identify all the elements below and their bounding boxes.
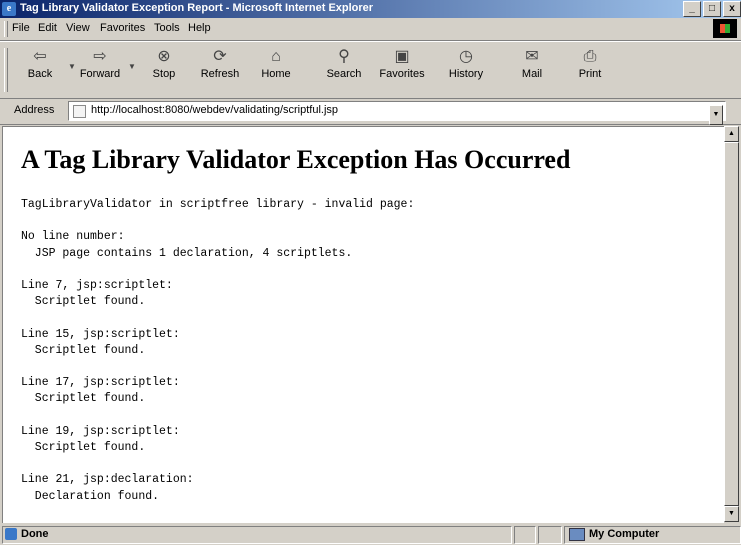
mail-icon: ✉ xyxy=(525,48,539,65)
windows-logo-icon xyxy=(713,19,737,38)
address-label: Address xyxy=(14,104,55,116)
print-label: Print xyxy=(578,68,602,80)
history-label: History xyxy=(448,68,484,80)
menu-file[interactable]: File xyxy=(12,22,30,34)
window-controls: _ □ x xyxy=(681,1,741,17)
forward-label: Forward xyxy=(79,68,121,80)
close-button[interactable]: x xyxy=(723,1,741,17)
forward-arrow-icon: ⇨ xyxy=(93,48,107,65)
window-title: Tag Library Validator Exception Report -… xyxy=(20,2,374,14)
stop-icon: ⊗ xyxy=(157,48,171,65)
zone-label: My Computer xyxy=(589,528,660,540)
forward-dropdown-icon[interactable]: ▼ xyxy=(128,62,136,71)
scroll-up-icon[interactable]: ▲ xyxy=(724,126,739,142)
mail-label: Mail xyxy=(521,68,543,80)
address-dropdown-icon[interactable]: ▼ xyxy=(709,105,723,125)
search-button[interactable]: ⚲ Search xyxy=(316,46,372,94)
status-bar: Done My Computer xyxy=(0,524,741,545)
forward-button[interactable]: ⇨ Forward xyxy=(72,46,128,94)
status-pane-1 xyxy=(514,526,536,544)
menu-favorites[interactable]: Favorites xyxy=(100,22,145,34)
toolbar-grip[interactable] xyxy=(4,48,8,92)
title-bar: e Tag Library Validator Exception Report… xyxy=(0,0,741,18)
page-icon xyxy=(73,105,86,118)
history-icon: ◷ xyxy=(459,48,473,65)
status-text: Done xyxy=(21,528,49,540)
status-text-pane: Done xyxy=(2,526,512,544)
vertical-scrollbar[interactable]: ▲ ▼ xyxy=(724,126,739,522)
home-icon: ⌂ xyxy=(271,48,281,65)
address-input[interactable]: http://localhost:8080/webdev/validating/… xyxy=(68,101,726,125)
menu-grip[interactable] xyxy=(4,21,8,37)
back-button[interactable]: ⇦ Back xyxy=(12,46,68,94)
menu-edit[interactable]: Edit xyxy=(38,22,57,34)
home-label: Home xyxy=(261,68,291,80)
status-pane-2 xyxy=(538,526,562,544)
favorites-label: Favorites xyxy=(379,68,425,80)
standard-toolbar: ⇦ Back ▼ ⇨ Forward ▼ ⊗ Stop ⟳ Refresh ⌂ … xyxy=(0,41,741,99)
minimize-button[interactable]: _ xyxy=(683,1,701,17)
my-computer-icon xyxy=(569,528,585,541)
menu-view[interactable]: View xyxy=(66,22,90,34)
favorites-icon: ▣ xyxy=(394,48,410,65)
print-button[interactable]: ⎙ Print xyxy=(562,46,618,94)
done-page-icon xyxy=(5,528,17,540)
refresh-button[interactable]: ⟳ Refresh xyxy=(192,46,248,94)
internet-explorer-icon[interactable]: e xyxy=(2,2,16,16)
security-zone: My Computer xyxy=(564,526,741,544)
favorites-button[interactable]: ▣ Favorites xyxy=(374,46,430,94)
page-content: A Tag Library Validator Exception Has Oc… xyxy=(2,126,724,523)
menu-bar: File Edit View Favorites Tools Help xyxy=(0,18,741,41)
stop-label: Stop xyxy=(152,68,176,80)
print-icon: ⎙ xyxy=(583,48,597,65)
back-arrow-icon: ⇦ xyxy=(33,48,47,65)
back-label: Back xyxy=(27,68,53,80)
home-button[interactable]: ⌂ Home xyxy=(248,46,304,94)
address-bar: Address http://localhost:8080/webdev/val… xyxy=(0,98,741,125)
search-icon: ⚲ xyxy=(338,48,350,65)
menu-tools[interactable]: Tools xyxy=(154,22,180,34)
restore-button[interactable]: □ xyxy=(703,1,721,17)
stop-button[interactable]: ⊗ Stop xyxy=(136,46,192,94)
refresh-icon: ⟳ xyxy=(213,48,227,65)
menu-help[interactable]: Help xyxy=(188,22,211,34)
scroll-down-icon[interactable]: ▼ xyxy=(724,506,739,522)
address-url[interactable]: http://localhost:8080/webdev/validating/… xyxy=(91,104,338,116)
refresh-label: Refresh xyxy=(200,68,240,80)
page-heading: A Tag Library Validator Exception Has Oc… xyxy=(21,145,571,174)
search-label: Search xyxy=(326,68,362,80)
scroll-thumb[interactable] xyxy=(724,142,739,506)
history-button[interactable]: ◷ History xyxy=(438,46,494,94)
mail-button[interactable]: ✉ Mail xyxy=(504,46,560,94)
error-details: TagLibraryValidator in scriptfree librar… xyxy=(21,198,415,503)
